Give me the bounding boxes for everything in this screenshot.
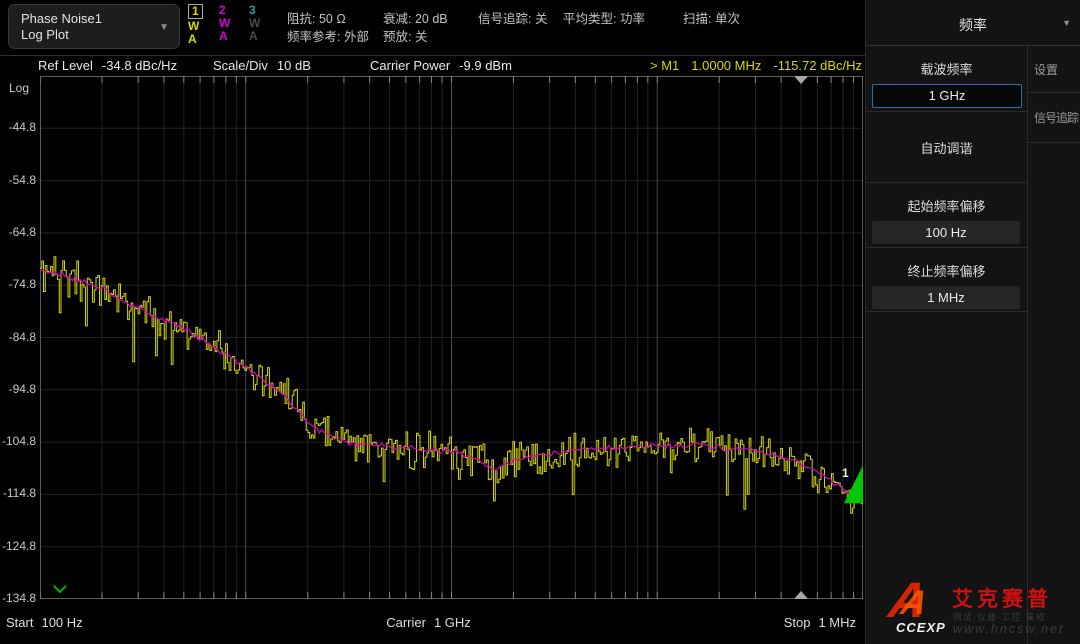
scale-div-readout: Scale/Div 10 dB	[213, 58, 320, 73]
chevron-down-icon: ▼	[1062, 18, 1071, 28]
stop-label: Stop	[784, 615, 811, 630]
y-axis-tick-label: -124.8	[0, 539, 36, 553]
measurement-selector[interactable]: Phase Noise1 Log Plot ▼	[8, 4, 180, 49]
panel-title: 频率	[866, 15, 1080, 35]
logo-website: www.hncsw.net	[953, 622, 1064, 636]
carrier-frequency-section: 载波频率 1 GHz	[866, 46, 1027, 112]
frequency-menu-panel: 频率 ▼ 载波频率 1 GHz 自动调谐 起始频率偏移 100 Hz 终止频率偏…	[865, 0, 1080, 644]
carrier-frequency-label: 载波频率	[866, 59, 1027, 78]
stop-offset-section: 终止频率偏移 1 MHz	[866, 248, 1027, 312]
accexp-logo: A A CCEXP 艾克赛普 测试·仪器·工控·集成 www.hncsw.net	[888, 580, 1080, 644]
start-offset-label: 起始频率偏移	[866, 196, 1027, 215]
carrier-frequency-input[interactable]: 1 GHz	[872, 84, 1022, 108]
y-axis-tick-label: -74.8	[0, 277, 36, 291]
marker1-readout: > M1 1.0000 MHz -115.72 dBc/Hz	[638, 58, 862, 73]
trace-indicator-3[interactable]: 3 W A	[249, 4, 275, 43]
impedance-status: 阻抗: 50 Ω	[287, 8, 346, 27]
ref-level-label: Ref Level	[38, 58, 93, 73]
stop-value: 1 MHz	[818, 615, 856, 630]
start-offset-input[interactable]: 100 Hz	[872, 221, 1020, 244]
start-offset-section: 起始频率偏移 100 Hz	[866, 183, 1027, 248]
tab-settings[interactable]: 设置	[1028, 46, 1080, 93]
trace-average-flag: A	[249, 30, 275, 43]
y-axis-tick-label: -84.8	[0, 330, 36, 344]
chevron-down-icon: ▼	[159, 22, 169, 33]
carrier-power-label: Carrier Power	[370, 58, 450, 73]
y-axis-tick-label: -94.8	[0, 382, 36, 396]
panel-menu: 载波频率 1 GHz 自动调谐 起始频率偏移 100 Hz 终止频率偏移 1 M…	[866, 46, 1027, 644]
marker1-frequency: 1.0000 MHz	[691, 58, 761, 73]
carrier-power-value: -9.9 dBm	[459, 58, 512, 73]
marker1-value: -115.72 dBc/Hz	[773, 58, 862, 73]
stop-offset-input[interactable]: 1 MHz	[872, 286, 1020, 309]
signal-track-status: 信号追踪: 关	[478, 8, 547, 27]
panel-tabs: 设置 信号追踪	[1027, 46, 1080, 644]
preamp-status: 预放: 关	[383, 26, 427, 45]
carrier-power-readout: Carrier Power -9.9 dBm	[370, 58, 521, 73]
trace-average-flag: A	[219, 30, 245, 43]
ref-level-value: -34.8 dBc/Hz	[102, 58, 177, 73]
auto-tune-button[interactable]: 自动调谐	[866, 112, 1027, 183]
y-axis-tick-label: -114.8	[0, 486, 36, 500]
logo-brand-text: CCEXP	[896, 620, 946, 635]
band-marker-top-icon	[794, 76, 808, 84]
carrier-value: 1 GHz	[434, 615, 471, 630]
trace-number: 1	[188, 4, 203, 19]
panel-header[interactable]: 频率 ▼	[866, 0, 1080, 46]
scale-div-label: Scale/Div	[213, 58, 268, 73]
y-axis-tick-label: -64.8	[0, 225, 36, 239]
stop-offset-label: 终止频率偏移	[866, 261, 1027, 280]
marker1-flag-label: 1	[842, 466, 849, 480]
phase-noise-plot[interactable]	[40, 76, 863, 599]
analyzer-screen: Phase Noise1 Log Plot ▼ 1 W A 2 W A 3 W …	[0, 0, 1080, 644]
y-axis-tick-label: -54.8	[0, 173, 36, 187]
logo-chinese-name: 艾克赛普	[952, 583, 1052, 613]
carrier-annotation: Carrier 1 GHz	[0, 615, 865, 630]
attenuation-status: 衰减: 20 dB	[383, 8, 448, 27]
band-marker-bottom-icon	[794, 591, 808, 599]
marker1-name: > M1	[650, 58, 679, 73]
y-axis-tick-label: -44.8	[0, 120, 36, 134]
measurement-selector-label: Phase Noise1 Log Plot	[21, 11, 102, 43]
y-axis-tick-label: -104.8	[0, 434, 36, 448]
carrier-label: Carrier	[386, 615, 426, 630]
status-bar: Phase Noise1 Log Plot ▼ 1 W A 2 W A 3 W …	[0, 0, 865, 56]
y-axis-tick-label: -134.8	[0, 591, 36, 605]
trace-indicator-2[interactable]: 2 W A	[219, 4, 245, 43]
stop-offset-annotation: Stop 1 MHz	[784, 615, 864, 630]
ref-level-readout: Ref Level -34.8 dBc/Hz	[38, 58, 186, 73]
y-axis-mode-label: Log	[9, 81, 29, 95]
sweep-status: 扫描: 单次	[683, 8, 740, 27]
trace-indicator-1[interactable]: 1 W A	[188, 4, 214, 46]
trace-average-flag: A	[188, 33, 214, 46]
phase-noise-window: Phase Noise1 Log Plot ▼ 1 W A 2 W A 3 W …	[0, 0, 865, 644]
tab-signal-tracking[interactable]: 信号追踪	[1028, 93, 1080, 143]
measurement-view: Log Plot	[21, 27, 102, 43]
measurement-name: Phase Noise1	[21, 11, 102, 27]
average-type-status: 平均类型: 功率	[563, 8, 645, 27]
scale-div-value: 10 dB	[277, 58, 311, 73]
freq-reference-status: 频率参考: 外部	[287, 26, 369, 45]
auto-tune-label: 自动调谐	[866, 138, 1027, 157]
start-indicator-icon	[54, 586, 66, 592]
